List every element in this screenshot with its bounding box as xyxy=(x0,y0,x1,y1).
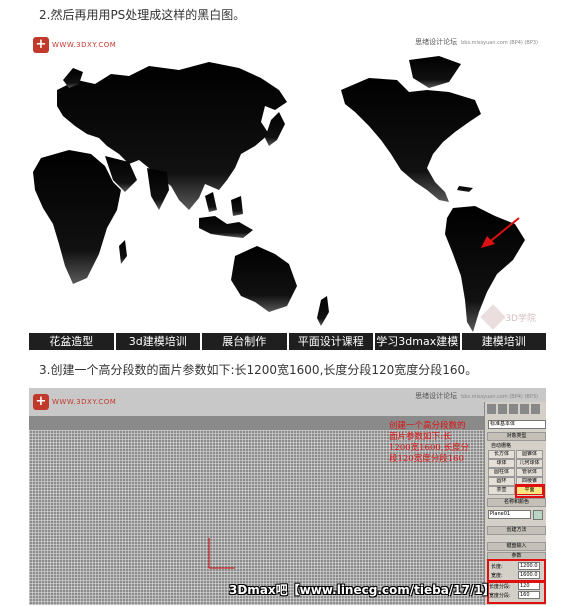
tag-link[interactable]: 平面设计课程 xyxy=(289,333,375,350)
modify-tab-icon[interactable] xyxy=(498,404,507,414)
forum-name: 思绪设计论坛 xyxy=(415,392,458,400)
tag-link[interactable]: 3d建模培训 xyxy=(116,333,202,350)
object-name-field[interactable]: Plane01 xyxy=(488,510,531,519)
autogrid-checkbox[interactable]: 自动栅格 xyxy=(491,442,511,449)
box-button[interactable]: 长方体 xyxy=(488,450,515,459)
sphere-button[interactable]: 球体 xyxy=(488,459,515,468)
object-type-rollout[interactable]: 对象类型 xyxy=(487,432,546,441)
logo-text: WWW.3DXY.COM xyxy=(52,41,117,49)
step-3-caption: 3.创建一个高分段数的面片参数如下:长1200宽1600,长度分段120宽度分段… xyxy=(39,363,478,377)
logo-text: WWW.3DXY.COM xyxy=(52,398,117,406)
motion-tab-icon[interactable] xyxy=(520,404,529,414)
primitive-type-dropdown[interactable]: 标准基本体 xyxy=(488,420,546,429)
logo-plus-icon: + xyxy=(33,394,49,410)
site-logo: + WWW.3DXY.COM xyxy=(33,392,116,412)
tag-link[interactable]: 花盆造型 xyxy=(29,333,116,350)
tag-link[interactable]: 建模培训 xyxy=(462,333,547,350)
watermark-text: 3D学院 xyxy=(505,313,536,324)
forum-watermark: 思绪设计论坛 bbs.missyuan.com (BP4) (BP3) xyxy=(415,37,538,47)
keyboard-entry-rollout[interactable]: 键盘输入 xyxy=(487,542,546,551)
max-screenshot-figure: + WWW.3DXY.COM 思绪设计论坛 bbs.missyuan.com (B… xyxy=(29,388,546,605)
screenshot-header: + WWW.3DXY.COM 思绪设计论坛 bbs.missyuan.com (B… xyxy=(29,388,546,416)
tag-link[interactable]: 展台制作 xyxy=(202,333,289,350)
display-tab-icon[interactable] xyxy=(531,404,540,414)
name-color-rollout[interactable]: 名称和颜色 xyxy=(487,498,546,507)
plane-highlight-box xyxy=(515,484,545,498)
tube-button[interactable]: 管状体 xyxy=(516,468,543,477)
creation-method-rollout[interactable]: 创建方法 xyxy=(487,526,546,535)
hierarchy-tab-icon[interactable] xyxy=(509,404,518,414)
cone-button[interactable]: 圆锥体 xyxy=(516,450,543,459)
torus-button[interactable]: 圆环 xyxy=(488,477,515,486)
axis-gizmo-icon xyxy=(208,538,235,569)
forum-url: bbs.missyuan.com (BP4) (BP3) xyxy=(461,40,538,46)
segments-highlight-box xyxy=(487,580,546,604)
create-tab-icon[interactable] xyxy=(487,404,496,414)
forum-name: 思绪设计论坛 xyxy=(415,38,458,46)
red-annotation: 创建一个高分段数的面片参数如下:长1200宽1600,长度分段120宽度分段16… xyxy=(389,421,469,464)
teapot-button[interactable]: 茶壶 xyxy=(488,486,515,495)
tag-link-bar: 花盆造型 3d建模培训 展台制作 平面设计课程 学习3dmax建模 建模培训 xyxy=(29,333,546,350)
cylinder-button[interactable]: 圆柱体 xyxy=(488,468,515,477)
step-2-caption: 2.然后再用用PS处理成这样的黑白图。 xyxy=(39,8,246,22)
cube-icon xyxy=(480,304,507,330)
forum-url: bbs.missyuan.com (BP4) (BP3) xyxy=(461,394,538,400)
credit-watermark: 3Dmax吧【www.linecg.com/tieba/17/1】 xyxy=(229,583,495,597)
forum-watermark: 思绪设计论坛 bbs.missyuan.com (BP4) (BP3) xyxy=(415,391,538,401)
command-panel: 标准基本体 对象类型 自动栅格 长方体 圆锥体 球体 几何球体 圆柱体 管状体 … xyxy=(484,402,546,605)
world-map-silhouette xyxy=(33,56,525,332)
object-color-swatch[interactable] xyxy=(533,510,543,520)
watermark-3dxy: 3D学院 xyxy=(480,304,536,330)
geosphere-button[interactable]: 几何球体 xyxy=(516,459,543,468)
tag-link[interactable]: 学习3dmax建模 xyxy=(375,333,462,350)
world-map-figure: + WWW.3DXY.COM 思绪设计论坛 bbs.missyuan.com (B… xyxy=(29,28,546,350)
